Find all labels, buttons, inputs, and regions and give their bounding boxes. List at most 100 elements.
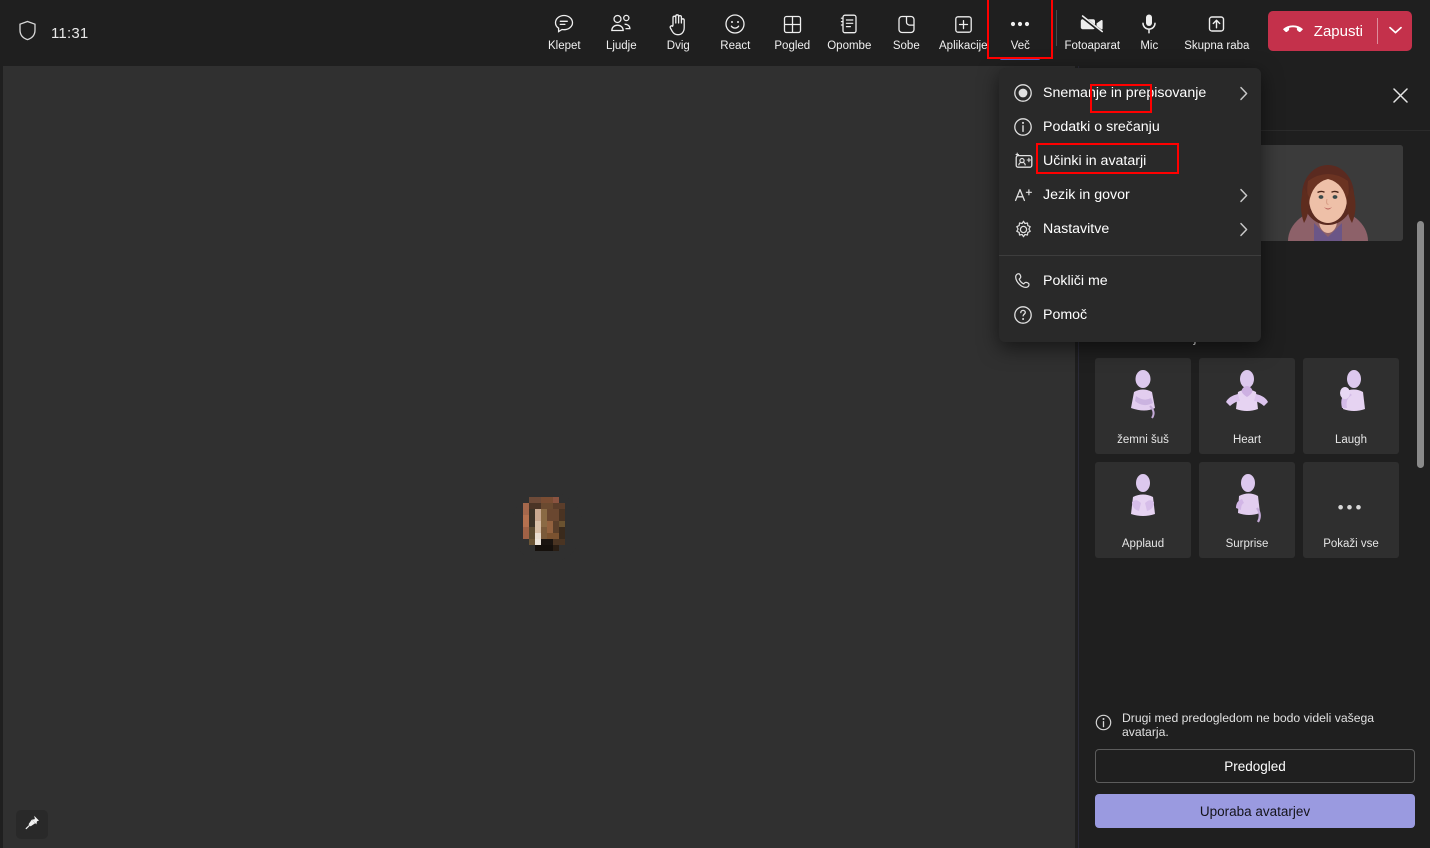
help-circle-icon <box>1013 305 1043 325</box>
use-avatars-button[interactable]: Uporaba avatarjev <box>1095 794 1415 828</box>
toolbar-button-chat[interactable]: Klepet <box>536 4 593 59</box>
toolbar-button-react[interactable]: React <box>707 4 764 59</box>
toolbar-label: Fotoaparat <box>1064 40 1121 52</box>
notes-icon <box>838 11 860 37</box>
reaction-card[interactable]: Applaud <box>1095 462 1191 558</box>
leave-meeting-label: Zapusti <box>1313 22 1363 40</box>
more-ellipsis-icon: ••• <box>1337 498 1365 517</box>
raise-hand-icon <box>667 11 689 37</box>
shield-icon <box>18 20 37 46</box>
menu-item-label: Pomoč <box>1043 307 1088 323</box>
chevron-right-icon <box>1239 222 1249 237</box>
reaction-card[interactable]: Surprise <box>1199 462 1295 558</box>
leave-meeting-main[interactable]: Zapusti <box>1268 11 1377 51</box>
info-circle-icon <box>1095 714 1112 736</box>
menu-item-meeting-info[interactable]: Podatki o srečanju <box>999 110 1261 144</box>
meeting-stage <box>3 66 1075 848</box>
toolbar-label: Ljudje <box>605 40 637 52</box>
menu-item-label: Snemanje in prepisovanje <box>1043 85 1207 101</box>
toolbar-button-notes[interactable]: Opombe <box>821 4 878 59</box>
panel-scrollbar-thumb[interactable] <box>1417 221 1424 468</box>
toolbar-label: Aplikacije <box>939 40 988 52</box>
toolbar-button-people[interactable]: Ljudje <box>593 4 650 59</box>
menu-item-settings[interactable]: Nastavitve <box>999 212 1261 246</box>
smiley-react-icon <box>723 11 747 37</box>
grid-view-icon <box>781 11 804 37</box>
more-options-menu: Snemanje in prepisovanje Podatki o sreča… <box>999 68 1261 342</box>
toolbar-label: Več <box>1010 40 1030 52</box>
toolbar-button-more[interactable]: Več <box>992 4 1049 60</box>
reaction-label: žemni šuš <box>1117 434 1169 446</box>
reaction-card[interactable]: Heart <box>1199 358 1295 454</box>
toolbar-button-rooms[interactable]: Sobe <box>878 4 935 59</box>
menu-item-label: Učinki in avatarji <box>1043 153 1147 169</box>
toolbar-label: Pogled <box>774 40 811 52</box>
reaction-figure-icon <box>1199 472 1295 524</box>
info-circle-icon <box>1013 117 1043 137</box>
toolbar-divider <box>1055 10 1057 46</box>
chat-icon <box>552 11 576 37</box>
reaction-card-show-all[interactable]: ••• Pokaži vse <box>1303 462 1399 558</box>
phone-icon <box>1013 271 1043 291</box>
toolbar-label: Dvig <box>666 40 690 52</box>
more-ellipsis-icon <box>1008 11 1032 37</box>
reaction-card[interactable]: Laugh <box>1303 358 1399 454</box>
reaction-label: Applaud <box>1121 538 1165 550</box>
menu-item-label: Jezik in govor <box>1043 187 1130 203</box>
apps-plus-icon <box>952 11 975 37</box>
more-active-underline <box>999 57 1040 60</box>
chevron-right-icon <box>1239 188 1249 203</box>
effects-avatar-icon <box>1013 151 1043 171</box>
panel-footer: Drugi med predogledom ne bodo videli vaš… <box>1079 711 1430 848</box>
language-speech-icon <box>1013 185 1043 205</box>
reaction-figure-icon <box>1095 368 1191 420</box>
toolbar-button-more-wrapper: Več <box>986 0 1053 60</box>
microphone-icon <box>1139 11 1159 37</box>
panel-close-button[interactable] <box>1384 82 1416 114</box>
toolbar-label: Mic <box>1140 40 1159 52</box>
menu-item-call-me[interactable]: Pokliči me <box>999 264 1261 298</box>
hangup-phone-icon <box>1281 22 1305 41</box>
reaction-figure-icon <box>1095 472 1191 524</box>
close-icon <box>1391 86 1410 110</box>
chevron-right-icon <box>1239 86 1249 101</box>
menu-item-label: Podatki o srečanju <box>1043 119 1160 135</box>
menu-divider <box>999 255 1261 256</box>
breakout-rooms-icon <box>895 11 918 37</box>
avatar-preview-image <box>1253 145 1403 241</box>
menu-item-language-speech[interactable]: Jezik in govor <box>999 178 1261 212</box>
menu-item-effects-avatars[interactable]: Učinki in avatarji <box>999 143 1261 178</box>
toolbar-button-mic[interactable]: Mic <box>1121 4 1178 59</box>
toolbar-button-view[interactable]: Pogled <box>764 4 821 59</box>
teams-meeting-window: 11:31 Klepet Ljudje Dvig React Pogled Op… <box>0 0 1430 848</box>
toolbar-button-share[interactable]: Skupna raba <box>1178 4 1256 59</box>
record-circle-icon <box>1013 83 1043 103</box>
share-screen-icon <box>1205 11 1228 37</box>
leave-options-caret[interactable] <box>1378 11 1412 51</box>
participant-avatar-blurred <box>511 491 583 563</box>
reaction-label: Heart <box>1232 434 1262 446</box>
reaction-label: Surprise <box>1225 538 1269 550</box>
preview-info-row: Drugi med predogledom ne bodo videli vaš… <box>1095 711 1415 739</box>
avatar-reactions-grid: žemni šuš Heart Laugh Applaud Surprise •… <box>1079 346 1419 558</box>
toolbar-label: Skupna raba <box>1184 40 1250 52</box>
toolbar-button-raise-hand[interactable]: Dvig <box>650 4 707 59</box>
preview-info-text: Drugi med predogledom ne bodo videli vaš… <box>1122 711 1375 739</box>
menu-item-help[interactable]: Pomoč <box>999 298 1261 332</box>
avatar-thumbnail[interactable] <box>1253 145 1403 241</box>
toolbar-button-apps[interactable]: Aplikacije <box>935 4 992 59</box>
toolbar-button-camera[interactable]: Fotoaparat <box>1064 4 1121 59</box>
people-icon <box>608 11 634 37</box>
preview-button[interactable]: Predogled <box>1095 749 1415 783</box>
reaction-figure-icon <box>1303 368 1399 420</box>
reaction-card[interactable]: žemni šuš <box>1095 358 1191 454</box>
toolbar-label: Opombe <box>827 40 872 52</box>
meeting-timer: 11:31 <box>51 24 89 42</box>
meeting-toolbar: 11:31 Klepet Ljudje Dvig React Pogled Op… <box>0 0 1430 66</box>
menu-item-recording[interactable]: Snemanje in prepisovanje <box>999 76 1261 110</box>
toolbar-left-group: 11:31 <box>0 20 88 46</box>
leave-meeting-button[interactable]: Zapusti <box>1267 11 1412 51</box>
toolbar-label: React <box>720 40 751 52</box>
pin-button[interactable] <box>16 810 48 839</box>
reaction-figure-icon <box>1199 368 1295 420</box>
